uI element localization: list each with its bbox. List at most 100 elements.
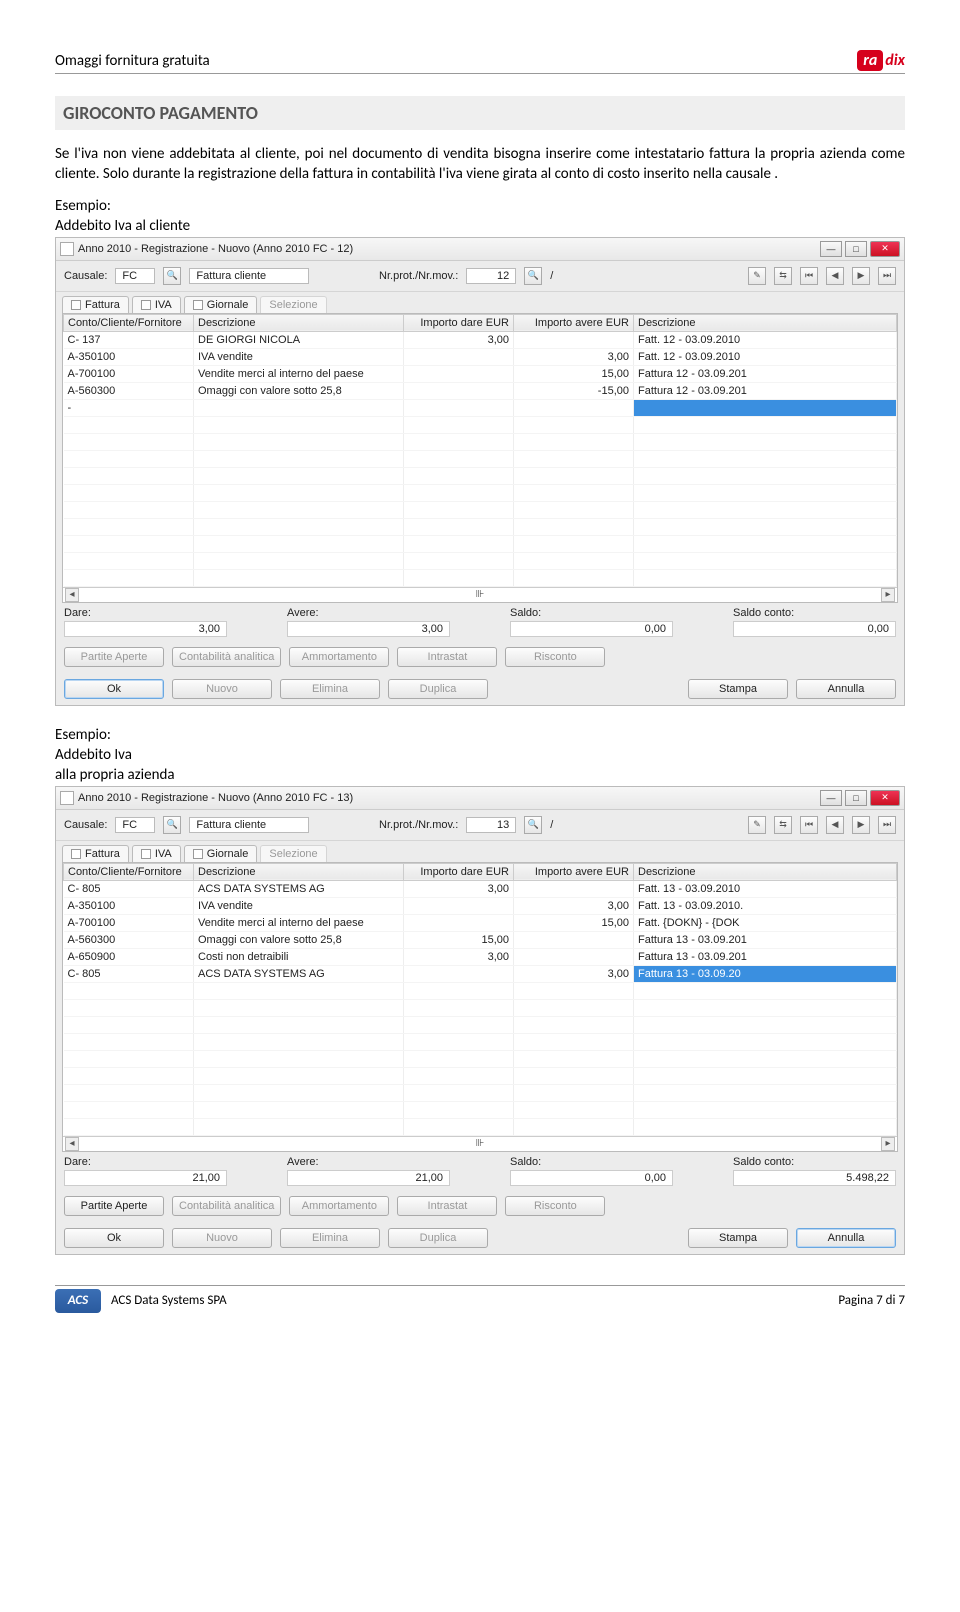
nav-icon[interactable]: ⇆ xyxy=(774,816,792,834)
cell[interactable]: C- 805 xyxy=(64,965,194,982)
table-row[interactable] xyxy=(64,484,897,501)
h-scrollbar[interactable]: ◂ ⊪ ▸ xyxy=(63,1136,897,1151)
cell[interactable] xyxy=(404,914,514,931)
cell[interactable]: -15,00 xyxy=(514,382,634,399)
nav-next-icon[interactable]: ▶ xyxy=(852,816,870,834)
cell[interactable] xyxy=(404,399,514,416)
table-row[interactable]: A-560300Omaggi con valore sotto 25,8 -15,… xyxy=(64,382,897,399)
col-dare[interactable]: Importo dare EUR xyxy=(404,863,514,880)
cell[interactable]: A-700100 xyxy=(64,914,194,931)
nav-prev-icon[interactable]: ◀ xyxy=(826,267,844,285)
cell[interactable]: ACS DATA SYSTEMS AG xyxy=(194,965,404,982)
cell[interactable]: Fattura 12 - 03.09.201 xyxy=(634,365,897,382)
cell[interactable]: Fatt. 13 - 03.09.2010 xyxy=(634,880,897,897)
cell[interactable]: Vendite merci al interno del paese xyxy=(194,914,404,931)
table-row[interactable]: A-650900Costi non detraibili3,00 Fattura … xyxy=(64,948,897,965)
cell[interactable] xyxy=(404,897,514,914)
cell[interactable]: A-650900 xyxy=(64,948,194,965)
nav-last-icon[interactable]: ⏭ xyxy=(878,267,896,285)
cell[interactable]: A-350100 xyxy=(64,897,194,914)
cell[interactable]: 15,00 xyxy=(404,931,514,948)
cell[interactable] xyxy=(404,382,514,399)
tab-fattura[interactable]: Fattura xyxy=(62,296,129,313)
cell[interactable]: Fattura 13 - 03.09.201 xyxy=(634,948,897,965)
cell[interactable]: Fatt. 12 - 03.09.2010 xyxy=(634,331,897,348)
table-row[interactable] xyxy=(64,518,897,535)
col-avere[interactable]: Importo avere EUR xyxy=(514,314,634,331)
minimize-button[interactable]: — xyxy=(820,790,842,806)
causale-code[interactable]: FC xyxy=(115,268,155,284)
cell[interactable]: Costi non detraibili xyxy=(194,948,404,965)
col-dare[interactable]: Importo dare EUR xyxy=(404,314,514,331)
nrprot-value[interactable]: 12 xyxy=(466,268,516,284)
close-button[interactable]: ✕ xyxy=(870,790,900,806)
table-row[interactable]: - xyxy=(64,399,897,416)
lookup-icon[interactable]: 🔍 xyxy=(163,267,181,285)
scroll-right-icon[interactable]: ▸ xyxy=(881,1137,895,1151)
cell[interactable]: IVA vendite xyxy=(194,348,404,365)
cell[interactable]: Omaggi con valore sotto 25,8 xyxy=(194,931,404,948)
table-row[interactable]: C- 805ACS DATA SYSTEMS AG3,00Fattura 13 … xyxy=(64,965,897,982)
cell[interactable]: IVA vendite xyxy=(194,897,404,914)
cell[interactable]: A-560300 xyxy=(64,931,194,948)
tab-fattura[interactable]: Fattura xyxy=(62,845,129,862)
table-row[interactable] xyxy=(64,1016,897,1033)
cell[interactable]: Fatt. 13 - 03.09.2010. xyxy=(634,897,897,914)
table-row[interactable] xyxy=(64,999,897,1016)
table-row[interactable] xyxy=(64,1067,897,1084)
cell[interactable]: 3,00 xyxy=(404,948,514,965)
cell[interactable] xyxy=(514,931,634,948)
causale-code[interactable]: FC xyxy=(115,817,155,833)
table-row[interactable] xyxy=(64,535,897,552)
table-row[interactable]: C- 137DE GIORGI NICOLA3,00Fatt. 12 - 03.… xyxy=(64,331,897,348)
table-row[interactable]: A-700100Vendite merci al interno del pae… xyxy=(64,914,897,931)
cell[interactable]: C- 137 xyxy=(64,331,194,348)
cell[interactable]: Fatt. 12 - 03.09.2010 xyxy=(634,348,897,365)
annulla-button[interactable]: Annulla xyxy=(796,679,896,699)
cell[interactable] xyxy=(514,399,634,416)
col-descr[interactable]: Descrizione xyxy=(194,863,404,880)
cell[interactable]: Fattura 13 - 03.09.201 xyxy=(634,931,897,948)
cell[interactable]: Fattura 13 - 03.09.20 xyxy=(634,965,897,982)
cell[interactable]: 15,00 xyxy=(514,365,634,382)
col-descr[interactable]: Descrizione xyxy=(194,314,404,331)
table-row[interactable] xyxy=(64,467,897,484)
scroll-left-icon[interactable]: ◂ xyxy=(65,588,79,602)
cell[interactable] xyxy=(404,365,514,382)
col-avere[interactable]: Importo avere EUR xyxy=(514,863,634,880)
table-row[interactable] xyxy=(64,501,897,518)
table-row[interactable] xyxy=(64,1050,897,1067)
nav-icon[interactable]: ⇆ xyxy=(774,267,792,285)
cell[interactable]: - xyxy=(64,399,194,416)
tool-icon[interactable]: ✎ xyxy=(748,816,766,834)
maximize-button[interactable]: □ xyxy=(845,241,867,257)
cell[interactable]: Vendite merci al interno del paese xyxy=(194,365,404,382)
minimize-button[interactable]: — xyxy=(820,241,842,257)
cell[interactable] xyxy=(514,948,634,965)
nav-prev-icon[interactable]: ◀ xyxy=(826,816,844,834)
cell[interactable]: A-700100 xyxy=(64,365,194,382)
cell[interactable]: A-560300 xyxy=(64,382,194,399)
annulla-button[interactable]: Annulla xyxy=(796,1228,896,1248)
cell[interactable] xyxy=(404,965,514,982)
journal-grid[interactable]: Conto/Cliente/Fornitore Descrizione Impo… xyxy=(63,863,897,1136)
tab-iva[interactable]: IVA xyxy=(132,845,181,862)
cell[interactable] xyxy=(514,880,634,897)
partite-button[interactable]: Partite Aperte xyxy=(64,1196,164,1216)
table-row[interactable]: C- 805ACS DATA SYSTEMS AG3,00Fatt. 13 - … xyxy=(64,880,897,897)
tool-icon[interactable]: ✎ xyxy=(748,267,766,285)
search-icon[interactable]: 🔍 xyxy=(524,816,542,834)
scroll-right-icon[interactable]: ▸ xyxy=(881,588,895,602)
nav-first-icon[interactable]: ⏮ xyxy=(800,816,818,834)
cell[interactable]: 3,00 xyxy=(404,331,514,348)
table-row[interactable] xyxy=(64,552,897,569)
cell[interactable]: ACS DATA SYSTEMS AG xyxy=(194,880,404,897)
lookup-icon[interactable]: 🔍 xyxy=(163,816,181,834)
table-row[interactable]: A-350100IVA vendite3,00Fatt. 13 - 03.09.… xyxy=(64,897,897,914)
cell[interactable]: Omaggi con valore sotto 25,8 xyxy=(194,382,404,399)
table-row[interactable]: A-700100Vendite merci al interno del pae… xyxy=(64,365,897,382)
tab-giornale[interactable]: Giornale xyxy=(184,845,258,862)
close-button[interactable]: ✕ xyxy=(870,241,900,257)
cell[interactable]: Fatt. {DOKN} - {DOK xyxy=(634,914,897,931)
col-conto[interactable]: Conto/Cliente/Fornitore xyxy=(64,863,194,880)
